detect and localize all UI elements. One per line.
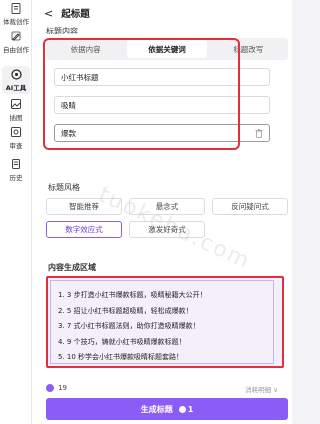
tab-by-keyword[interactable]: 依据关键词 (127, 40, 207, 58)
keyword-input-1[interactable]: 小红书标题 (54, 68, 270, 86)
credits-value: 19 (58, 384, 67, 392)
result-line: 5. 10 秒学会小红书爆款吸睛标题套路！ (58, 353, 184, 361)
tab-rewrite[interactable]: 标题改写 (209, 38, 288, 60)
sidebar-item-free-writing[interactable]: 自由创作 (0, 30, 32, 54)
keyword-value: 爆款 (61, 128, 76, 138)
sidebar-item-label: 体裁创作 (3, 18, 29, 26)
style-option-suspense[interactable]: 悬念式 (129, 198, 205, 215)
result-line: 2. 5 招让小红书标题超吸睛，轻松成爆款！ (58, 306, 193, 315)
result-section-title: 内容生成区域 (48, 263, 96, 272)
sidebar-item-review[interactable]: 审查 (0, 126, 32, 150)
result-line: 3. 7 式小红书标题法则，助你打造吸睛爆款！ (58, 322, 200, 330)
credits-balance: 19 (46, 384, 67, 392)
check-icon (10, 126, 22, 138)
generate-cost: 1 (187, 404, 194, 414)
main-panel: 标题内容 依据内容 依据关键词 标题改写 小红书标题 吸睛 爆款 标题风格 智能… (32, 26, 292, 424)
consumption-details-link[interactable]: 消耗明细 ∨ (245, 384, 278, 394)
back-button[interactable]: < (44, 7, 53, 20)
generate-label: 生成标题 (140, 404, 173, 414)
top-header: < 起标题 (32, 0, 292, 26)
document-icon (10, 2, 22, 14)
style-option-number[interactable]: 数字效应式 (46, 221, 122, 238)
sidebar-item-ai-tools[interactable]: AI工具 (2, 66, 30, 94)
tab-by-content[interactable]: 依据内容 (46, 38, 125, 60)
style-option-curiosity[interactable]: 激发好奇式 (129, 221, 205, 238)
sidebar-item-label: 历史 (9, 174, 23, 182)
left-sidebar: 体裁创作 自由创作 AI工具 插图 审查 历史 (0, 0, 32, 424)
sidebar-item-genre-writing[interactable]: 体裁创作 (0, 2, 32, 26)
style-option-smart[interactable]: 智能推荐 (46, 198, 122, 215)
style-section-title: 标题风格 (48, 183, 80, 192)
sidebar-item-label: 自由创作 (3, 46, 29, 54)
sidebar-item-history[interactable]: 历史 (0, 158, 32, 182)
page-title: 起标题 (61, 9, 90, 20)
sidebar-item-illustration[interactable]: 插图 (0, 98, 32, 122)
sidebar-item-label: AI工具 (5, 84, 27, 92)
result-area: 1. 3 步打造小红书爆款标题，吸睛秘籍大公开！ 2. 5 招让小红书标题超吸睛… (46, 276, 284, 368)
generate-title-button[interactable]: 生成标题 1 (46, 398, 288, 420)
ai-tool-icon (10, 68, 22, 80)
keyword-input-3[interactable]: 爆款 (54, 124, 270, 142)
pen-icon (10, 30, 22, 42)
sidebar-item-label: 审查 (9, 142, 23, 150)
image-icon (10, 98, 22, 110)
coin-icon (178, 405, 186, 413)
coin-icon (46, 384, 54, 392)
trash-icon[interactable] (255, 129, 263, 138)
result-line: 4. 9 个技巧，铸就小红书吸睛爆款标题！ (58, 337, 186, 346)
section-title-cut: 标题内容 (46, 27, 78, 34)
mode-tabs: 依据内容 依据关键词 标题改写 (46, 38, 288, 60)
history-icon (10, 158, 22, 170)
style-option-question[interactable]: 反问疑问式 (212, 198, 288, 215)
sidebar-item-label: 插图 (9, 114, 23, 122)
result-line: 1. 3 步打造小红书爆款标题，吸睛秘籍大公开！ (58, 291, 207, 299)
keyword-input-2[interactable]: 吸睛 (54, 96, 270, 114)
